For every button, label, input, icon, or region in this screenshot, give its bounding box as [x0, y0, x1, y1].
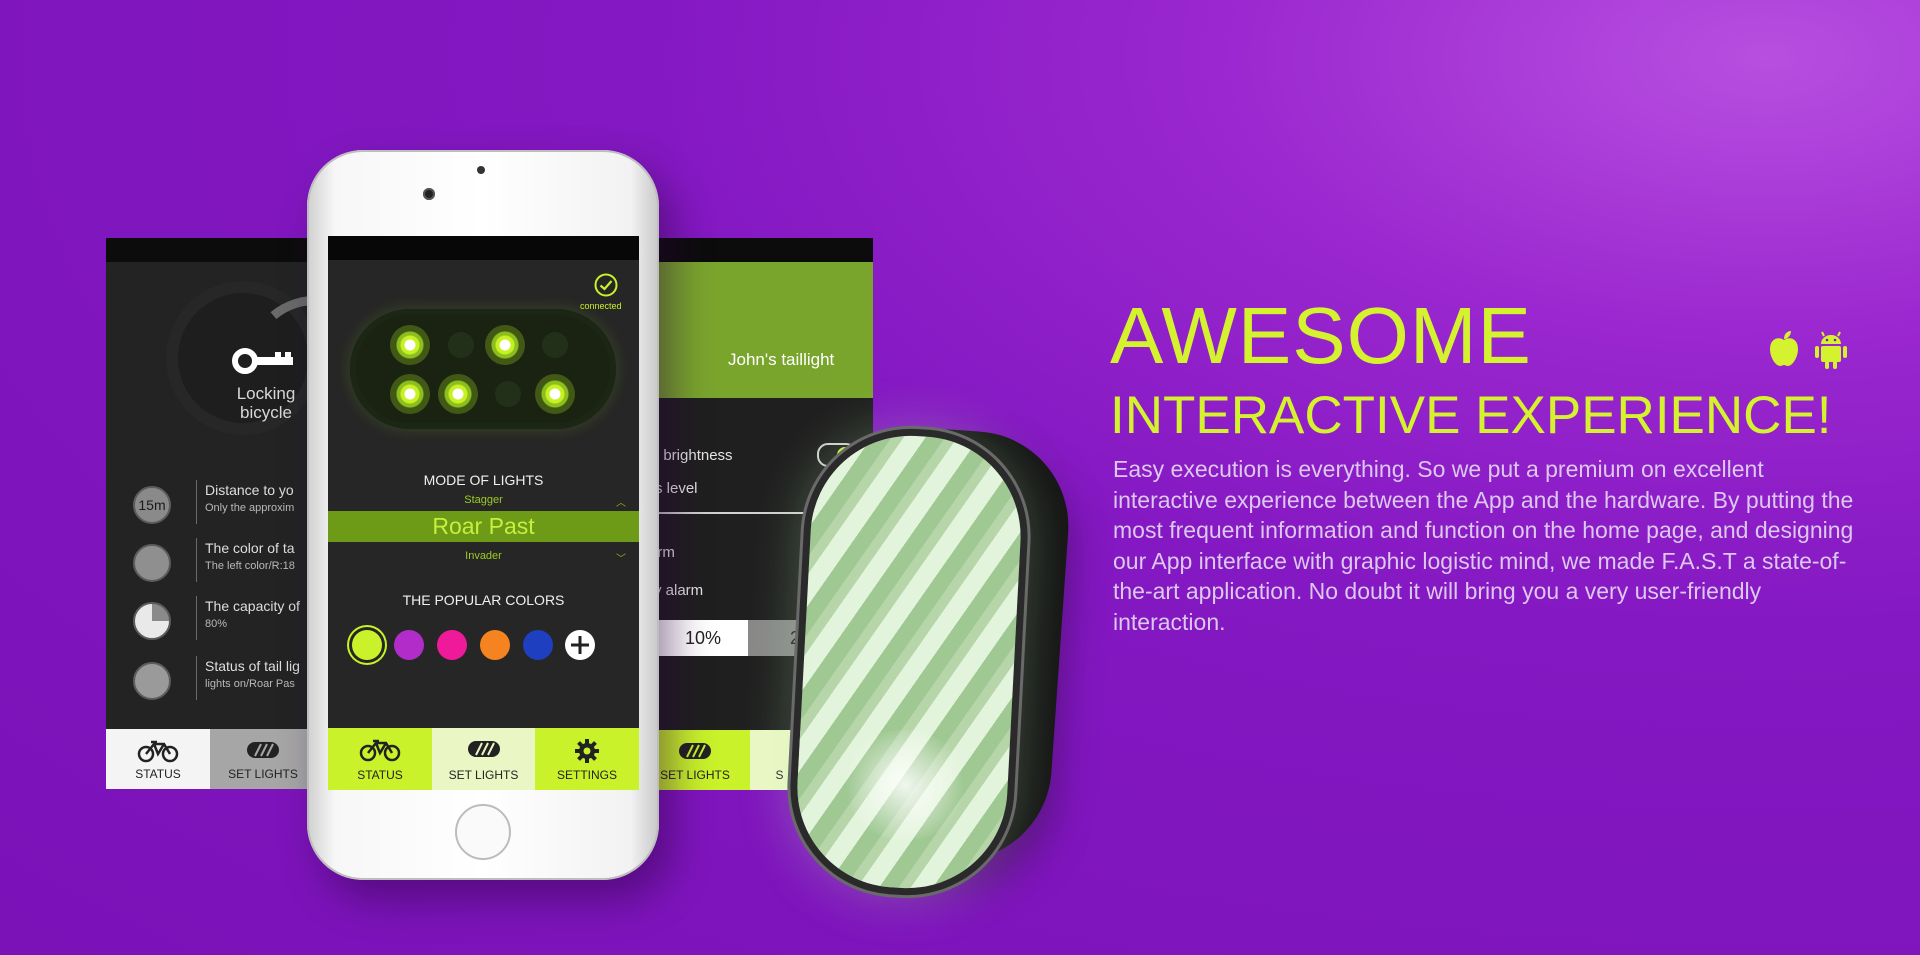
tab-bar: STATUS SET LIGHTS [328, 728, 639, 790]
led-on [438, 374, 478, 414]
stat-row-color[interactable]: The color of ta The left color/R:18 [106, 538, 316, 588]
stat-title: The capacity of [205, 598, 300, 614]
stat-subtitle: The left color/R:18 [205, 560, 295, 572]
description-paragraph: Easy execution is everything. So we put … [1113, 456, 1854, 635]
tab-label: STATUS [135, 767, 181, 781]
taillight-device-image [792, 422, 1075, 894]
phone-camera [423, 188, 435, 200]
taillight-icon [133, 662, 171, 700]
led-on [390, 374, 430, 414]
tab-set-lights[interactable]: SET LIGHTS [210, 729, 316, 789]
chevron-down-icon[interactable]: ﹀ [616, 550, 626, 565]
swatch-orange[interactable] [480, 630, 510, 660]
platform-icons [1768, 330, 1854, 370]
stat-title: The color of ta [205, 540, 295, 556]
android-icon [1815, 331, 1847, 369]
key-icon [232, 348, 293, 374]
led-on [485, 325, 525, 365]
stat-row-distance[interactable]: 15m Distance to yo Only the approxim [106, 480, 316, 530]
apple-icon [1770, 331, 1798, 366]
tab-status[interactable]: STATUS [328, 728, 432, 790]
tab-label: SET LIGHTS [228, 767, 298, 781]
stat-row-capacity[interactable]: The capacity of 80% [106, 596, 316, 646]
battery-pie-icon [133, 602, 171, 640]
brightness-label: t brightness [655, 447, 733, 464]
swatch-purple[interactable] [394, 630, 424, 660]
set-lights-screen: connected MODE OF LIGHTS Stagger ︿ Roar … [328, 236, 639, 790]
tab-status[interactable]: STATUS [106, 729, 210, 789]
tab-settings[interactable]: SETTINGS [535, 728, 639, 790]
taillight-icon [679, 743, 711, 759]
chevron-up-icon[interactable]: ︿ [616, 494, 626, 509]
tab-set-lights[interactable]: SET LIGHTS [432, 728, 535, 790]
percent-option-10[interactable]: 10% [658, 620, 748, 656]
connected-check-icon [594, 273, 618, 297]
plus-icon [571, 636, 589, 654]
device-name: John's taillight [728, 350, 835, 369]
bicycle-icon [359, 739, 401, 762]
lock-label-line-1: Locking [236, 384, 296, 403]
mode-option-selected[interactable]: Roar Past [328, 513, 639, 540]
divider [196, 480, 197, 524]
status-bar [640, 238, 873, 262]
distance-badge: 15m [133, 486, 171, 524]
led-off [495, 381, 521, 407]
add-color-button[interactable] [565, 630, 595, 660]
status-screen-back: Locking bicycle 15m Distance to yo Only … [106, 238, 316, 789]
phone-speaker [477, 166, 485, 174]
taillight-icon [467, 741, 500, 757]
bicycle-icon [137, 740, 179, 763]
status-bar [106, 238, 316, 262]
phone-mockup: connected MODE OF LIGHTS Stagger ︿ Roar … [307, 150, 659, 880]
tab-label: STATUS [357, 768, 403, 782]
led-on [535, 374, 575, 414]
led-off [542, 332, 568, 358]
device-header: John's taillight [640, 262, 873, 398]
stat-row-light-status[interactable]: Status of tail lig lights on/Roar Pas [106, 656, 316, 706]
mode-option-next[interactable]: Invader [328, 550, 639, 562]
mode-of-lights-title: MODE OF LIGHTS [423, 472, 544, 488]
home-button[interactable] [455, 804, 511, 860]
divider [196, 538, 197, 582]
color-circle-icon [133, 544, 171, 582]
tab-bar: STATUS SET LIGHTS [106, 729, 316, 789]
level-label: s level [655, 480, 698, 497]
swatch-pink[interactable] [437, 630, 467, 660]
tab-label: SET LIGHTS [448, 768, 519, 782]
divider [196, 596, 197, 640]
swatch-lime[interactable] [352, 630, 382, 660]
tab-label: SETTINGS [556, 768, 617, 782]
stat-title: Status of tail lig [205, 658, 300, 674]
popular-colors-title: THE POPULAR COLORS [402, 592, 565, 608]
stat-subtitle: Only the approxim [205, 502, 295, 514]
lock-label: Locking bicycle [211, 384, 316, 422]
connected-label: connected [580, 301, 622, 311]
led-off [448, 332, 474, 358]
headline-awesome: AWESOME [1110, 291, 1532, 380]
stat-subtitle: lights on/Roar Pas [205, 678, 295, 690]
lock-label-line-2: bicycle [240, 403, 292, 422]
status-bar [328, 236, 639, 260]
mode-option-prev[interactable]: Stagger [328, 494, 639, 506]
swatch-blue[interactable] [523, 630, 553, 660]
stat-subtitle: 80% [205, 618, 228, 630]
light-preview [350, 309, 616, 429]
gear-icon [575, 739, 599, 763]
headline-interactive-experience: INTERACTIVE EXPERIENCE! [1110, 386, 1832, 445]
led-on [390, 325, 430, 365]
stat-title: Distance to yo [205, 482, 294, 498]
taillight-icon [247, 742, 279, 758]
divider [196, 656, 197, 700]
